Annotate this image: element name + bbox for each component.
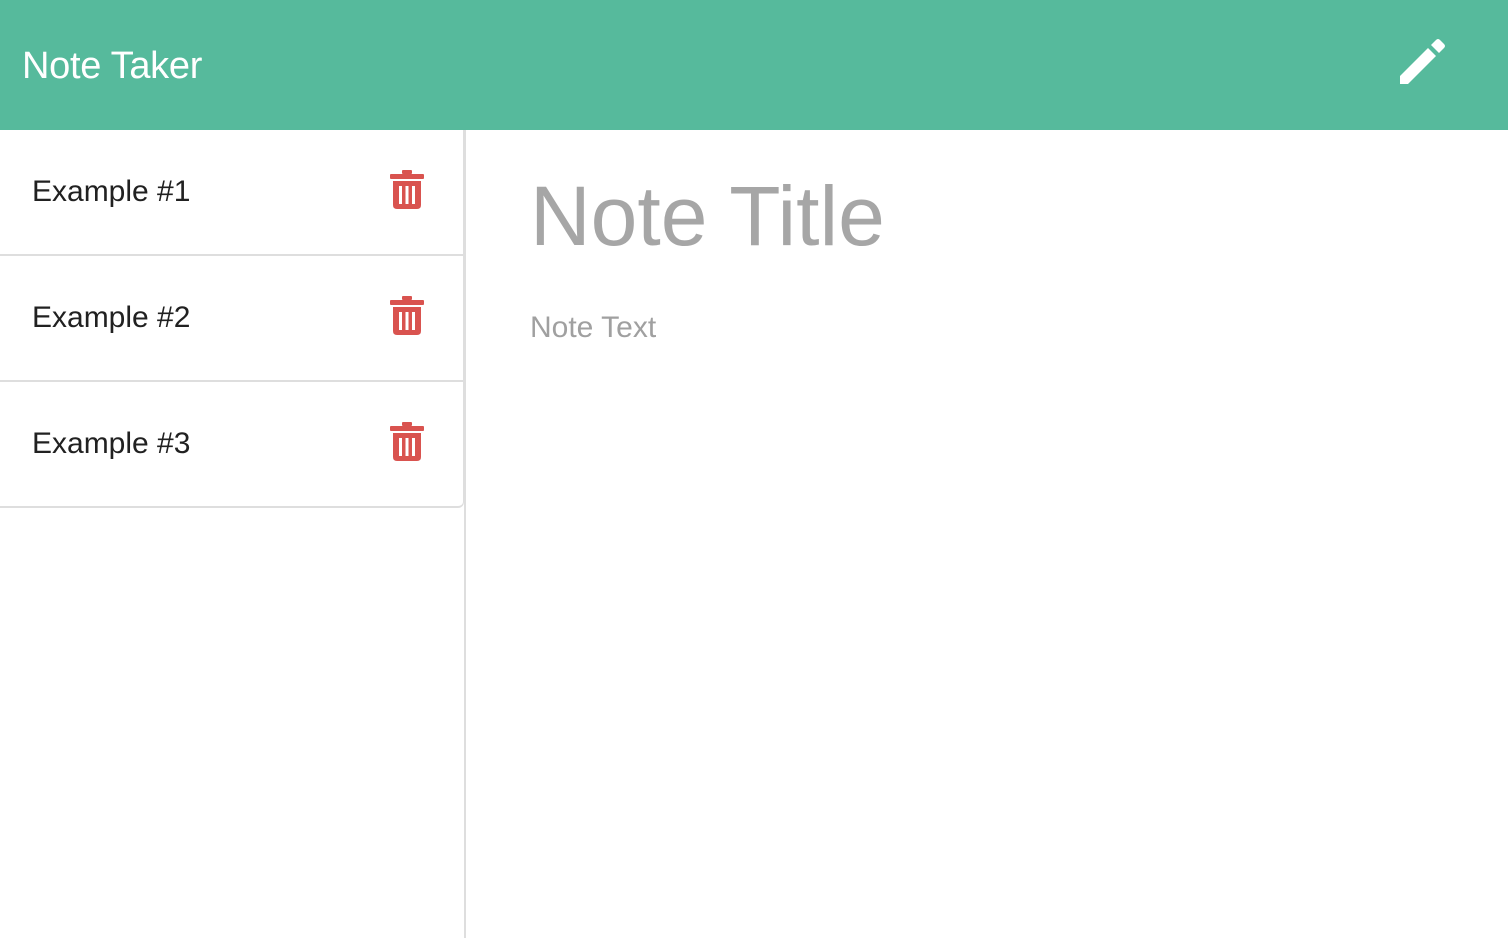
top-navbar: Note Taker (0, 0, 1508, 130)
app-brand[interactable]: Note Taker (22, 44, 202, 88)
trash-icon (390, 296, 424, 335)
note-editor (466, 130, 1508, 938)
note-list-item[interactable]: Example #1 (0, 130, 463, 256)
new-note-button[interactable] (1390, 30, 1454, 94)
note-item-title[interactable]: Example #1 (32, 174, 190, 210)
notes-sidebar: Example #1 Example #2 Example #3 (0, 130, 466, 938)
note-item-title[interactable]: Example #2 (32, 300, 190, 336)
note-list-item[interactable]: Example #3 (0, 382, 463, 506)
delete-note-button[interactable] (388, 294, 426, 336)
delete-note-button[interactable] (388, 420, 426, 462)
pencil-icon (1400, 39, 1445, 84)
delete-note-button[interactable] (388, 168, 426, 210)
trash-icon (390, 170, 424, 209)
note-text-input[interactable] (530, 308, 1450, 888)
trash-icon (390, 422, 424, 461)
note-list: Example #1 Example #2 Example #3 (0, 130, 464, 508)
note-list-item[interactable]: Example #2 (0, 256, 463, 382)
note-title-input[interactable] (530, 178, 1430, 254)
note-item-title[interactable]: Example #3 (32, 426, 190, 462)
